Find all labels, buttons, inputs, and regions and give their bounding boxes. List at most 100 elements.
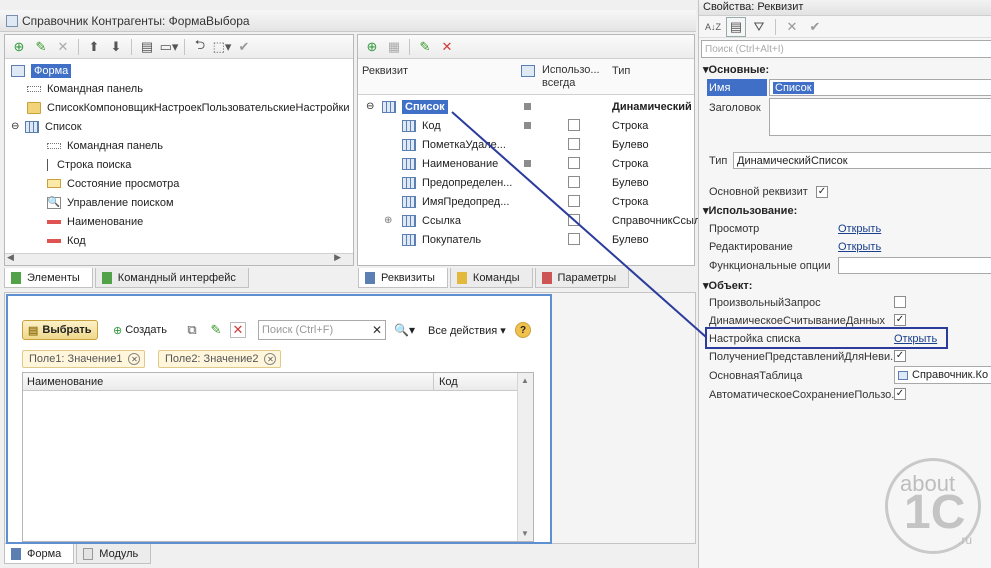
filter-chip[interactable]: Поле2: Значение2 ✕	[158, 350, 282, 368]
vertical-scrollbar[interactable]: ▲ ▼	[517, 373, 533, 541]
func-options-field[interactable]	[838, 257, 991, 274]
requisite-row[interactable]: Предопределен... Булево	[358, 173, 694, 192]
use-always-checkbox[interactable]	[568, 138, 580, 150]
tree-item[interactable]: Командная панель	[47, 136, 163, 155]
check-icon[interactable]: ✔	[234, 37, 254, 57]
search-options-icon[interactable]: 🔍▾	[394, 323, 415, 337]
collapse-icon[interactable]: ⊖	[366, 101, 374, 112]
collapse-menu-icon[interactable]: ⬚▾	[212, 37, 232, 57]
clear-search-icon[interactable]: ✕	[372, 323, 382, 337]
tree-item[interactable]: Наименование	[47, 212, 143, 231]
swap-icon[interactable]: ⮌	[190, 37, 210, 57]
requisite-row[interactable]: Наименование Строка	[358, 154, 694, 173]
elements-tab-icon	[11, 271, 21, 284]
section-main[interactable]: ▾Основные:	[703, 63, 769, 76]
name-field[interactable]: Список	[769, 79, 991, 96]
header-label: Заголовок	[709, 102, 761, 114]
requisite-row[interactable]: Покупатель Булево	[358, 230, 694, 249]
use-always-checkbox[interactable]	[568, 176, 580, 188]
remove-filter-icon[interactable]: ✕	[128, 353, 141, 365]
use-always-checkbox[interactable]	[568, 119, 580, 131]
properties-titlebar: Свойства: Реквизит	[699, 0, 991, 16]
filter-icon[interactable]: ⛛	[749, 17, 769, 37]
get-views-checkbox[interactable]: ✓	[894, 350, 906, 362]
horizontal-scrollbar[interactable]: ◀ ▶	[5, 252, 353, 265]
requisite-type: Булево	[612, 233, 649, 246]
all-actions-menu[interactable]: Все действия ▾	[428, 324, 506, 337]
use-always-checkbox[interactable]	[568, 214, 580, 226]
requisite-row[interactable]: ПометкаУдале... Булево	[358, 135, 694, 154]
accept-icon[interactable]: ✔	[805, 17, 825, 37]
filter-chip[interactable]: Поле1: Значение1 ✕	[22, 350, 146, 368]
tab-commands[interactable]: Команды	[449, 268, 533, 288]
tab-label: Командный интерфейс	[117, 271, 236, 284]
edit-icon[interactable]: ✎	[31, 37, 51, 57]
tree-item[interactable]: Строка поиска	[47, 155, 131, 174]
tab-command-interface[interactable]: Командный интерфейс	[94, 268, 249, 288]
tab-elements[interactable]: Элементы	[4, 268, 93, 288]
requisite-row[interactable]: ⊕ Ссылка СправочникСсыл	[358, 211, 700, 230]
add-icon[interactable]: ⊕	[9, 37, 29, 57]
main-table-field[interactable]: Справочник.Ко	[894, 366, 991, 384]
requisite-row[interactable]: ИмяПредопред... Строка	[358, 192, 694, 211]
tab-form[interactable]: Форма	[4, 544, 75, 564]
requisite-row[interactable]: ⊖ Список Динамический	[358, 97, 694, 116]
add-requisite-icon[interactable]: ⊕	[362, 37, 382, 57]
requisite-column-header[interactable]: Реквизит	[362, 65, 408, 77]
name-column-header[interactable]: Наименование	[27, 376, 103, 388]
tree-item[interactable]: 🔍 Управление поиском	[47, 193, 174, 212]
edit-icon[interactable]: ✎	[415, 37, 435, 57]
type-column-header[interactable]: Тип	[612, 65, 630, 77]
tree-item[interactable]: Состояние просмотра	[47, 174, 179, 193]
expand-icon[interactable]: ⊕	[384, 215, 392, 226]
tree-item[interactable]: ⊖ Список	[11, 117, 82, 136]
use-always-checkbox[interactable]	[568, 195, 580, 207]
section-usage[interactable]: ▾Использование:	[703, 204, 797, 217]
autosave-checkbox[interactable]: ✓	[894, 388, 906, 400]
tree-item[interactable]: Код	[47, 231, 86, 250]
dynamic-read-checkbox[interactable]: ✓	[894, 314, 906, 326]
select-button[interactable]: ▤ Выбрать	[22, 320, 98, 340]
tree-item[interactable]: Командная панель	[27, 79, 143, 98]
code-column-header[interactable]: Код	[439, 376, 458, 388]
add-column-icon[interactable]: ▦	[384, 37, 404, 57]
main-requisite-checkbox[interactable]: ✓	[816, 186, 828, 198]
delete-icon[interactable]: ✕	[437, 37, 457, 57]
use-always-column-header[interactable]: Использо... всегда	[542, 64, 602, 90]
properties-search-input[interactable]: Поиск (Ctrl+Alt+I)	[701, 40, 991, 58]
tree-root-form[interactable]: Форма	[11, 61, 72, 80]
sort-alpha-icon[interactable]: A↓Z	[703, 17, 723, 37]
move-up-icon[interactable]: ⬆	[84, 37, 104, 57]
search-input[interactable]: Поиск (Ctrl+F) ✕	[258, 320, 386, 340]
collapse-icon[interactable]: ⊖	[11, 121, 21, 132]
delete-icon[interactable]: ✕	[230, 322, 246, 338]
table-icon	[382, 100, 396, 113]
categorize-icon[interactable]: ▤	[726, 16, 746, 37]
create-button[interactable]: ⊕ Создать	[108, 320, 172, 340]
delete-icon[interactable]: ✕	[53, 37, 73, 57]
form-preview: ▤ Выбрать ⊕ Создать ⧉ ✎ ✕ Поиск (Ctrl+F)…	[6, 294, 552, 544]
help-icon[interactable]: ?	[515, 322, 531, 338]
about1c-watermark: about 1C .ru	[885, 458, 981, 554]
move-down-icon[interactable]: ⬇	[106, 37, 126, 57]
cancel-icon[interactable]: ✕	[782, 17, 802, 37]
edit-open-link[interactable]: Открыть	[838, 241, 881, 253]
section-object[interactable]: ▾Объект:	[703, 279, 752, 292]
edit-icon[interactable]: ✎	[206, 320, 226, 340]
use-always-checkbox[interactable]	[568, 233, 580, 245]
tree-item[interactable]: СписокКомпоновщикНастроекПользовательски…	[27, 98, 349, 117]
type-field[interactable]: ДинамическийСписок	[733, 152, 991, 169]
view-open-link[interactable]: Открыть	[838, 223, 881, 235]
tab-requisites[interactable]: Реквизиты	[358, 268, 448, 288]
list-table[interactable]: Наименование Код ▲ ▼	[22, 372, 534, 542]
header-field[interactable]	[769, 98, 991, 136]
properties-icon[interactable]: ▤	[137, 37, 157, 57]
remove-filter-icon[interactable]: ✕	[264, 353, 277, 365]
requisite-row[interactable]: Код Строка	[358, 116, 694, 135]
view-menu-icon[interactable]: ▭▾	[159, 37, 179, 57]
arbitrary-query-checkbox[interactable]	[894, 296, 906, 308]
copy-icon[interactable]: ⧉	[182, 320, 202, 340]
use-always-checkbox[interactable]	[568, 157, 580, 169]
tab-parameters[interactable]: Параметры	[534, 268, 630, 288]
tab-module[interactable]: Модуль	[76, 544, 152, 564]
